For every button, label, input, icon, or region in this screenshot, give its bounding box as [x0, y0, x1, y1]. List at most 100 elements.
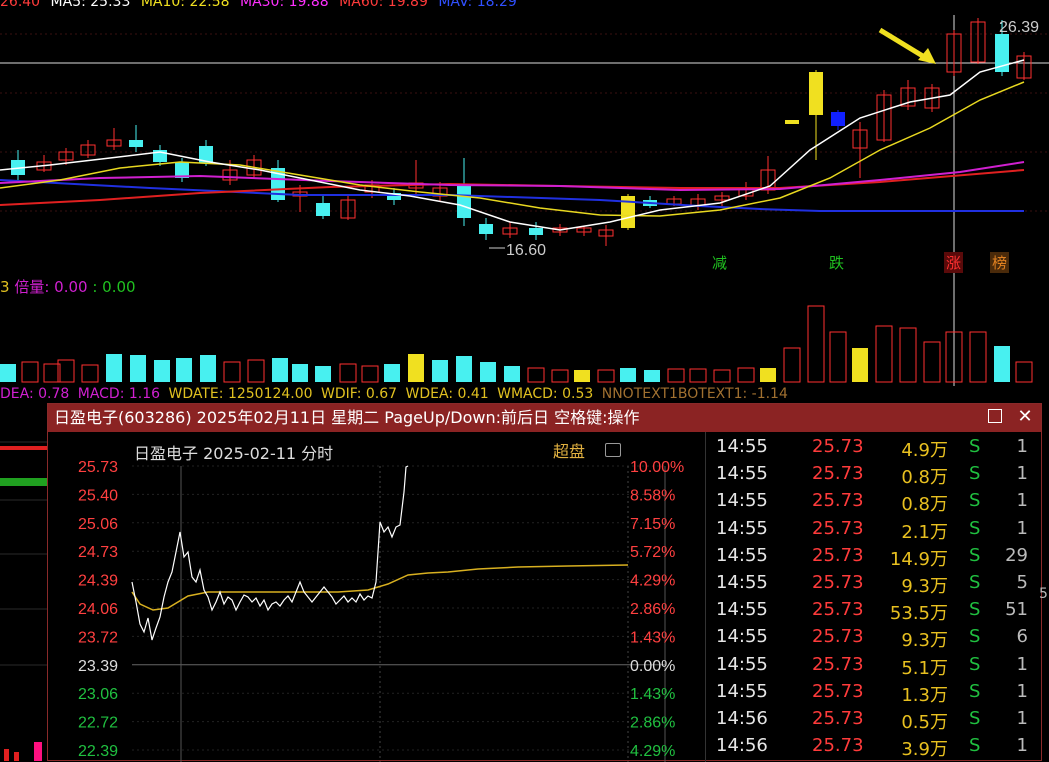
tick-count: 5 [1016, 572, 1028, 593]
tick-price: 25.73 [812, 708, 864, 729]
tick-price: 25.73 [812, 572, 864, 593]
maximize-icon[interactable] [988, 409, 1002, 423]
volume-bar [176, 358, 192, 382]
tick-time: 14:55 [716, 653, 768, 675]
tick-vol: 4.9万 [901, 440, 948, 461]
candle-body [831, 112, 845, 126]
volume-bar [247, 359, 265, 383]
percent-axis-label: 4.29% [630, 743, 675, 760]
tick-row[interactable]: 14:55 25.73 9.3万 S 6 [706, 624, 1042, 651]
volume-bar [923, 341, 941, 383]
tick-row[interactable]: 14:56 25.73 0.5万 S 1 [706, 706, 1042, 733]
tick-count: 1 [1016, 517, 1028, 539]
tick-side: S [969, 653, 981, 675]
price-axis-label: 24.39 [78, 573, 118, 590]
popup-titlebar[interactable]: 日盈电子(603286) 2025年02月11日 星期二 PageUp/Down… [48, 404, 1041, 432]
tick-vol: 9.3万 [901, 576, 948, 597]
volume-bar [597, 369, 615, 383]
kline-chart[interactable]: 16.60 26.39 [0, 0, 1049, 278]
intraday-popup-window[interactable]: 日盈电子(603286) 2025年02月11日 星期二 PageUp/Down… [47, 403, 1048, 762]
volume-bar [480, 362, 496, 382]
close-icon[interactable]: ✕ [1015, 404, 1035, 432]
candle-body [316, 203, 330, 216]
tick-side: S [969, 599, 981, 621]
volume-bar [1015, 361, 1033, 383]
volume-bar [292, 364, 308, 382]
tick-row[interactable]: 14:55 25.73 4.9万 S 1 [706, 434, 1042, 461]
tick-vol: 3.9万 [901, 739, 948, 761]
tick-row[interactable]: 14:55 25.73 14.9万 S 29 [706, 543, 1042, 570]
tick-row[interactable]: 14:55 25.73 53.5万 S 51 [706, 597, 1042, 624]
volume-bar [829, 331, 847, 383]
tick-time: 14:55 [716, 572, 768, 593]
volume-bar [272, 358, 288, 382]
wdif-value: WDIF: 0.67 [321, 386, 398, 402]
tick-time: 14:55 [716, 544, 768, 566]
price-axis-label: 25.73 [78, 459, 118, 476]
tick-row[interactable]: 14:55 25.73 1.3万 S 1 [706, 679, 1042, 706]
tick-count: 1 [1016, 490, 1028, 512]
tick-side: S [969, 544, 981, 566]
dea-value: DEA: 0.78 [0, 386, 70, 402]
volume-bar [0, 364, 16, 382]
price-axis-label: 23.06 [78, 686, 118, 703]
intraday-chart[interactable]: 25.73 25.40 25.06 24.73 24.39 24.06 23.72 23.39… [48, 432, 705, 762]
volume-bar [200, 355, 216, 382]
volume-bar [527, 367, 545, 383]
tick-side: S [969, 436, 981, 457]
tick-price: 25.73 [812, 517, 864, 539]
volume-bar [223, 361, 241, 383]
ma5-line [0, 59, 1025, 231]
volume-bar [574, 370, 590, 382]
tick-count: 1 [1016, 735, 1028, 757]
tick-row[interactable]: 14:55 25.73 0.8万 S 1 [706, 488, 1042, 515]
intraday-price-line [131, 465, 409, 641]
percent-axis-label: 10.00% [630, 459, 684, 476]
tick-count: 51 [1005, 599, 1028, 621]
macd-sliver [0, 441, 47, 761]
volume-bar [130, 355, 146, 382]
tick-count: 1 [1016, 463, 1028, 485]
macd-indicator-row: DEA: 0.78 MACD: 1.16 WDATE: 1250124.00 W… [0, 386, 792, 404]
tick-price: 25.73 [812, 653, 864, 675]
tick-price: 25.73 [812, 735, 864, 757]
wmacd-value: WMACD: 0.53 [497, 386, 594, 402]
tick-row[interactable]: 14:55 25.73 2.1万 S 1 [706, 516, 1042, 543]
volume-bar [667, 368, 685, 383]
volume-bar [899, 327, 917, 383]
tick-row[interactable]: 14:56 25.73 3.9万 S 1 [706, 733, 1042, 760]
tick-price: 25.73 [812, 463, 864, 485]
macd-value: MACD: 1.16 [77, 386, 161, 402]
tick-detail-list[interactable]: 14:55 25.73 4.9万 S 1 14:55 25.73 0.8万 S 1 14:55 25.… [705, 432, 1042, 762]
tick-time: 14:55 [716, 463, 768, 485]
arrow-annotation-icon [878, 27, 928, 61]
tick-time: 14:55 [716, 680, 768, 702]
volume-bar [432, 360, 448, 382]
intraday-chart-panel[interactable]: 日盈电子 2025-02-11 分时 超盘 25.73 25.40 25.06 24.… [48, 432, 705, 762]
percent-axis-label: 1.43% [630, 629, 675, 646]
price-axis-label: 22.72 [78, 715, 118, 732]
percent-axis-label: 8.58% [630, 487, 675, 504]
price-axis-label: 25.40 [78, 487, 118, 504]
volume-bar [760, 368, 776, 382]
tick-row[interactable]: 14:55 25.73 0.8万 S 1 [706, 461, 1042, 488]
volume-bar [408, 354, 424, 382]
tick-side: S [969, 680, 981, 702]
volume-bar [504, 366, 520, 382]
tick-row[interactable]: 14:55 25.73 5.1万 S 1 [706, 652, 1042, 679]
tick-row[interactable]: 14:55 25.73 9.3万 S 5 [706, 570, 1042, 597]
volume-chart[interactable] [0, 278, 1049, 386]
low-price-label: 16.60 [506, 242, 546, 259]
wdate-value: WDATE: 1250124.00 [168, 386, 313, 402]
signal-badge-rise: 涨 [944, 252, 964, 273]
tick-time: 14:56 [716, 735, 768, 757]
tick-vol: 2.1万 [901, 521, 948, 543]
volume-bar [339, 363, 357, 383]
tick-side: S [969, 708, 981, 729]
tick-time: 14:55 [716, 517, 768, 539]
volume-bar [644, 370, 660, 382]
percent-axis-label: 2.86% [630, 715, 675, 732]
volume-bar [994, 346, 1010, 382]
tick-side: S [969, 735, 981, 757]
signal-badge-fall: 跌 [829, 254, 845, 272]
